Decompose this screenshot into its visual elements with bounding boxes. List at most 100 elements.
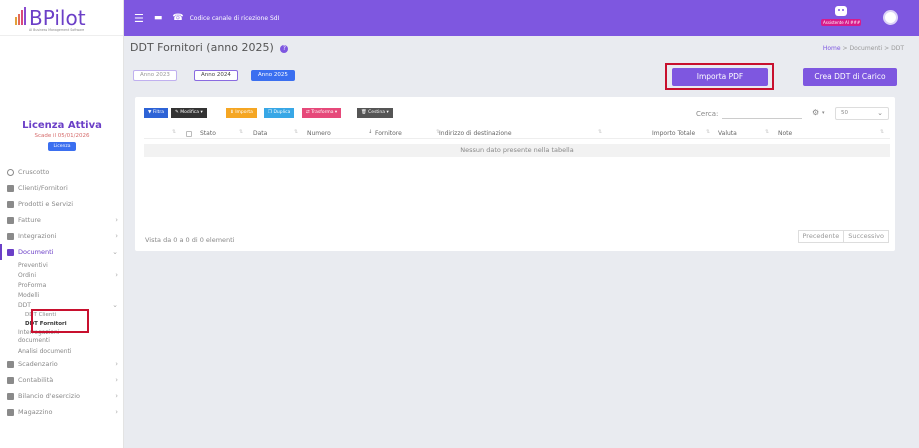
- previous-page-button[interactable]: Precedente: [799, 231, 844, 242]
- caret-down-icon: ▾: [822, 110, 825, 116]
- breadcrumb-separator: >: [884, 45, 890, 52]
- avatar[interactable]: [883, 10, 898, 25]
- caret-down-icon: ▾: [199, 110, 203, 115]
- chevron-right-icon: ›: [115, 392, 118, 400]
- year-button-2025[interactable]: Anno 2025: [251, 70, 295, 81]
- sort-icon[interactable]: ⇅: [294, 128, 298, 137]
- sidebar-item-integrazioni[interactable]: Integrazioni ›: [0, 228, 124, 244]
- svg-text:BPilot: BPilot: [29, 6, 86, 30]
- sidebar-item-fatture[interactable]: Fatture ›: [0, 212, 124, 228]
- table-card: ▼ Filtra ✎ Modifica ▾ ⬇ Importa ❐ Duplic…: [135, 97, 895, 251]
- chevron-right-icon: ›: [115, 216, 118, 224]
- sort-icon[interactable]: ⇅: [706, 128, 710, 137]
- top-bar: ☰ ▬ ☎ Codice canale di ricezione SdI Ass…: [124, 0, 919, 36]
- transform-button[interactable]: ⇄ Trasforma ▾: [302, 108, 342, 118]
- chat-icon[interactable]: ▬: [154, 13, 163, 23]
- brand-logo[interactable]: BPilot AI Business Management Software: [0, 0, 123, 36]
- sidebar-item-clienti-fornitori[interactable]: Clienti/Fornitori: [0, 180, 124, 196]
- chevron-right-icon: ›: [115, 376, 118, 384]
- sort-icon[interactable]: ⇅: [598, 128, 602, 137]
- column-header-data[interactable]: Data: [253, 128, 267, 139]
- document-icon: [7, 248, 14, 256]
- sidebar-item-bilancio[interactable]: Bilancio d'esercizio ›: [0, 388, 124, 404]
- chevron-right-icon: ›: [115, 271, 118, 279]
- sidebar-sub-preventivi[interactable]: Preventivi: [0, 260, 124, 270]
- sort-icon[interactable]: ⇅: [765, 128, 769, 137]
- breadcrumb-documenti[interactable]: Documenti: [849, 45, 882, 52]
- import-button[interactable]: ⬇ Importa: [226, 108, 257, 118]
- sidebar-sub-modelli[interactable]: Modelli: [0, 290, 124, 300]
- sidebar-sub-ordini[interactable]: Ordini ›: [0, 270, 124, 280]
- help-icon[interactable]: ?: [280, 45, 289, 53]
- chevron-right-icon: ›: [115, 408, 118, 416]
- next-page-button[interactable]: Successivo: [843, 231, 888, 242]
- sidebar-item-magazzino[interactable]: Magazzino ›: [0, 404, 124, 420]
- search-label: Cerca:: [696, 110, 719, 118]
- license-panel: Licenza Attiva Scade il 05/01/2026 Licen…: [0, 120, 124, 151]
- box-icon: [7, 200, 14, 208]
- warehouse-icon: [7, 408, 14, 416]
- license-expiry: Scade il 05/01/2026: [34, 133, 90, 139]
- chevron-down-icon: ⌄: [112, 301, 118, 309]
- bpilot-logo-icon: BPilot AI Business Management Software: [14, 6, 86, 32]
- import-pdf-button[interactable]: Importa PDF: [672, 68, 768, 86]
- empty-table-message: Nessun dato presente nella tabella: [144, 144, 890, 157]
- ai-assistant-button[interactable]: Assistente AI ###: [821, 6, 861, 31]
- chevron-down-icon: ⌄: [877, 109, 883, 117]
- sidebar-item-contabilita[interactable]: Contabilità ›: [0, 372, 124, 388]
- sidebar-item-prodotti[interactable]: Prodotti e Servizi: [0, 196, 124, 212]
- chevron-right-icon: ›: [115, 232, 118, 240]
- user-icon: [7, 184, 14, 192]
- sidebar-item-cruscotto[interactable]: Cruscotto: [0, 164, 124, 180]
- sort-icon[interactable]: ⇅: [239, 128, 243, 137]
- sidebar-menu: Cruscotto Clienti/Fornitori Prodotti e S…: [0, 164, 124, 420]
- sidebar-item-documenti[interactable]: Documenti ⌄: [0, 244, 124, 260]
- year-button-2024[interactable]: Anno 2024: [194, 70, 238, 81]
- license-title: Licenza Attiva: [22, 120, 102, 131]
- license-button[interactable]: Licenza: [47, 142, 77, 151]
- breadcrumb: Home > Documenti > DDT: [823, 45, 904, 52]
- column-header-indirizzo[interactable]: Indirizzo di destinazione: [439, 128, 512, 139]
- breadcrumb-home[interactable]: Home: [823, 45, 841, 52]
- column-header-importo[interactable]: Importo Totale: [652, 128, 695, 139]
- svg-text:AI Business Management Softwar: AI Business Management Software: [29, 28, 84, 32]
- create-ddt-button[interactable]: Crea DDT di Carico: [803, 68, 897, 86]
- column-header-stato[interactable]: Stato: [200, 128, 216, 139]
- robot-icon: [835, 6, 847, 16]
- sidebar-sub-analisi[interactable]: Analisi documenti: [0, 346, 124, 356]
- column-header-note[interactable]: Note: [778, 128, 792, 139]
- search-input[interactable]: [722, 110, 802, 119]
- accounting-icon: [7, 376, 14, 384]
- duplicate-button[interactable]: ❐ Duplica: [264, 108, 295, 118]
- breadcrumb-separator: >: [842, 45, 848, 52]
- sidebar-sub-proforma[interactable]: ProForma: [0, 280, 124, 290]
- chevron-right-icon: ›: [115, 360, 118, 368]
- table-info: Vista da 0 a 0 di 0 elementi: [145, 236, 235, 244]
- caret-down-icon: ▾: [385, 110, 389, 115]
- integration-icon: [7, 232, 14, 240]
- edit-button[interactable]: ✎ Modifica ▾: [171, 108, 207, 118]
- filter-button[interactable]: ▼ Filtra: [144, 108, 169, 118]
- column-header-fornitore[interactable]: Fornitore: [375, 128, 402, 139]
- pagination: Precedente Successivo: [797, 230, 889, 243]
- sort-asc-icon[interactable]: ↓: [368, 128, 372, 137]
- sort-icon[interactable]: ⇅: [880, 128, 884, 137]
- sdi-notice[interactable]: Codice canale di ricezione SdI: [190, 15, 280, 22]
- notification-icon[interactable]: ☎: [172, 13, 183, 23]
- highlight-box-ddt-fornitori: [31, 309, 89, 333]
- sidebar-item-scadenzario[interactable]: Scadenzario ›: [0, 356, 124, 372]
- page-size-select[interactable]: 50 ⌄: [835, 107, 889, 120]
- gear-icon[interactable]: ⚙: [812, 108, 819, 117]
- column-header-valuta[interactable]: Valuta: [718, 128, 737, 139]
- chevron-down-icon: ⌄: [112, 248, 118, 256]
- trash-button[interactable]: 🗑 Cestina ▾: [357, 108, 393, 118]
- year-button-2023[interactable]: Anno 2023: [133, 70, 177, 81]
- hamburger-menu-icon[interactable]: ☰: [134, 12, 144, 25]
- column-header-numero[interactable]: Numero: [307, 128, 331, 139]
- breadcrumb-current: DDT: [891, 45, 904, 52]
- page-title-wrap: DDT Fornitori (anno 2025) ?: [130, 41, 289, 54]
- balance-icon: [7, 392, 14, 400]
- sort-icon[interactable]: ⇅: [172, 128, 176, 137]
- select-all-checkbox[interactable]: [186, 131, 192, 137]
- calendar-icon: [7, 360, 14, 368]
